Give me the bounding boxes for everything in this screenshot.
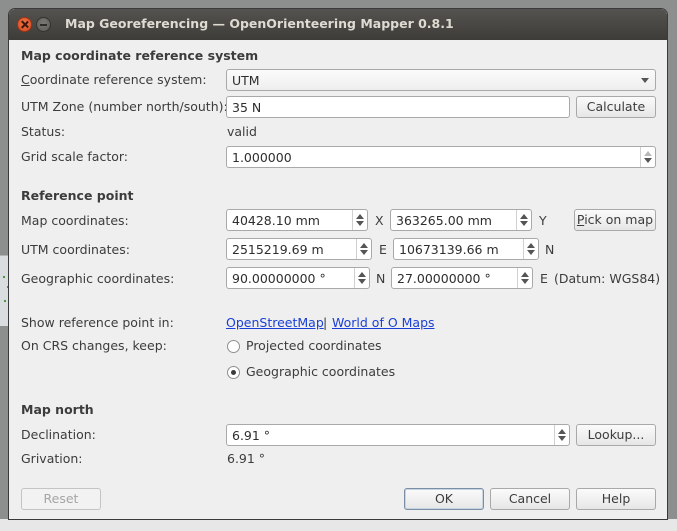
status-label: Status: bbox=[21, 124, 66, 139]
geographic-coordinates-option-label[interactable]: Geographic coordinates bbox=[246, 364, 395, 379]
help-button[interactable]: Help bbox=[576, 488, 656, 510]
grivation-value: 6.91 ° bbox=[227, 451, 266, 466]
cancel-button[interactable]: Cancel bbox=[490, 488, 570, 510]
datum-label: (Datum: WGS84) bbox=[554, 271, 661, 286]
utm-easting-axis-label: E bbox=[379, 242, 387, 257]
chevron-down-icon bbox=[641, 78, 649, 83]
map-y-axis-label: Y bbox=[539, 213, 547, 228]
reset-button[interactable]: Reset bbox=[21, 488, 101, 510]
geographic-coordinates-radio[interactable] bbox=[227, 366, 240, 379]
utm-northing-spinbox[interactable]: 10673139.66 m bbox=[393, 238, 539, 260]
crs-label: Coordinate reference system: bbox=[21, 72, 207, 87]
declination-label: Declination: bbox=[21, 427, 96, 442]
spin-arrows[interactable] bbox=[554, 425, 569, 445]
titlebar[interactable]: Map Georeferencing — OpenOrienteering Ma… bbox=[9, 9, 667, 40]
status-value: valid bbox=[227, 124, 257, 139]
background-strip bbox=[0, 519, 677, 531]
calculate-button[interactable]: Calculate bbox=[576, 96, 656, 118]
map-x-spinbox[interactable]: 40428.10 mm bbox=[226, 209, 368, 231]
grid-scale-label: Grid scale factor: bbox=[21, 149, 129, 164]
link-separator: | bbox=[323, 315, 328, 330]
crs-section-heading: Map coordinate reference system bbox=[21, 48, 259, 63]
utm-zone-input[interactable]: 35 N bbox=[226, 96, 570, 118]
lookup-button[interactable]: Lookup... bbox=[576, 424, 656, 446]
close-icon[interactable] bbox=[17, 17, 32, 32]
projected-coordinates-radio[interactable] bbox=[227, 340, 240, 353]
world-of-o-maps-link[interactable]: World of O Maps bbox=[332, 315, 435, 330]
declination-spinbox[interactable]: 6.91 ° bbox=[226, 424, 570, 446]
utm-easting-spinbox[interactable]: 2515219.69 m bbox=[226, 238, 372, 260]
geographic-coordinates-label: Geographic coordinates: bbox=[21, 271, 175, 286]
crs-select[interactable]: UTM bbox=[226, 69, 656, 91]
minimize-icon[interactable] bbox=[36, 17, 51, 32]
grivation-label: Grivation: bbox=[21, 451, 83, 466]
crs-select-value: UTM bbox=[232, 73, 260, 88]
spin-arrows[interactable] bbox=[356, 239, 371, 259]
utm-coordinates-label: UTM coordinates: bbox=[21, 242, 130, 257]
spin-arrows[interactable] bbox=[640, 147, 655, 167]
reference-point-heading: Reference point bbox=[21, 188, 134, 203]
map-north-heading: Map north bbox=[21, 402, 94, 417]
map-y-spinbox[interactable]: 363265.00 mm bbox=[390, 209, 532, 231]
projected-coordinates-label[interactable]: Projected coordinates bbox=[246, 338, 382, 353]
window-title: Map Georeferencing — OpenOrienteering Ma… bbox=[65, 16, 454, 31]
map-x-axis-label: X bbox=[375, 213, 384, 228]
grid-scale-spinbox[interactable]: 1.000000 bbox=[226, 146, 656, 168]
pick-on-map-button[interactable]: Pick on map bbox=[574, 209, 656, 231]
map-coordinates-label: Map coordinates: bbox=[21, 213, 129, 228]
show-reference-point-label: Show reference point in: bbox=[21, 315, 174, 330]
spin-arrows[interactable] bbox=[517, 268, 532, 288]
on-crs-changes-label: On CRS changes, keep: bbox=[21, 338, 167, 353]
longitude-spinbox[interactable]: 27.00000000 ° bbox=[391, 267, 533, 289]
spin-arrows[interactable] bbox=[523, 239, 538, 259]
longitude-axis-label: E bbox=[540, 271, 548, 286]
spin-arrows[interactable] bbox=[352, 210, 367, 230]
utm-zone-label: UTM Zone (number north/south): bbox=[21, 99, 228, 114]
georeferencing-dialog: Map Georeferencing — OpenOrienteering Ma… bbox=[9, 9, 667, 519]
latitude-axis-label: N bbox=[376, 271, 386, 286]
latitude-spinbox[interactable]: 90.00000000 ° bbox=[226, 267, 370, 289]
utm-northing-axis-label: N bbox=[545, 242, 555, 257]
spin-arrows[interactable] bbox=[354, 268, 369, 288]
openstreetmap-link[interactable]: OpenStreetMap bbox=[226, 315, 324, 330]
spin-arrows[interactable] bbox=[516, 210, 531, 230]
ok-button[interactable]: OK bbox=[404, 488, 484, 510]
